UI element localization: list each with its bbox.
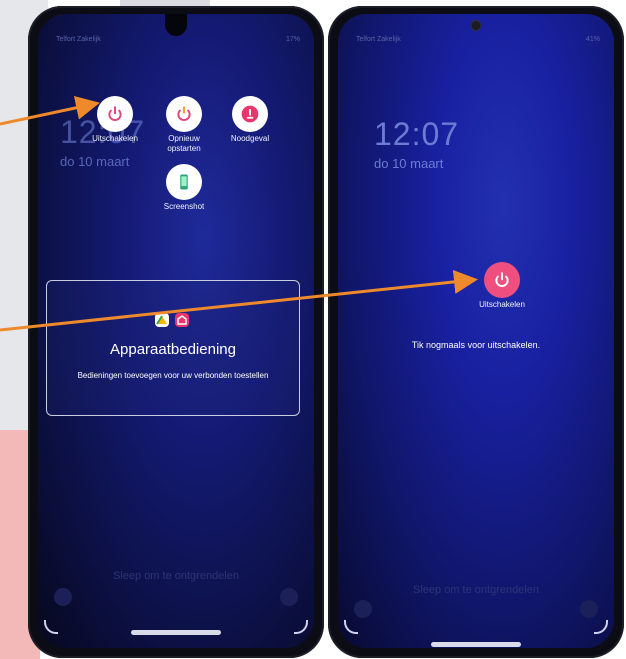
- edge-light-right: [294, 620, 308, 634]
- phone-shortcut-icon[interactable]: [354, 600, 372, 618]
- emergency-label: Noodgeval: [230, 134, 270, 143]
- left-phone: Telfort Zakelijk 17% 12:07 do 10 maart U…: [28, 6, 324, 658]
- confirm-instruction: Tik nogmaals voor uitschakelen.: [411, 340, 541, 350]
- camera-shortcut-icon[interactable]: [280, 588, 298, 606]
- right-phone-screen: Telfort Zakelijk 41% 12:07 do 10 maart U…: [338, 14, 614, 648]
- lock-date: do 10 maart: [374, 156, 444, 171]
- front-camera: [470, 20, 482, 31]
- smartthings-icon: [175, 313, 189, 327]
- screenshot-label: Screenshot: [163, 202, 205, 211]
- camera-shortcut-icon[interactable]: [580, 600, 598, 618]
- device-controls-subtitle: Bedieningen toevoegen voor uw verbonden …: [77, 371, 269, 380]
- home-app-icon: [155, 313, 169, 327]
- swipe-unlock-hint: Sleep om te ontgrendelen: [113, 570, 239, 582]
- device-controls-title: Apparaatbediening: [110, 341, 236, 358]
- device-controls-panel[interactable]: Apparaatbediening Bedieningen toevoegen …: [46, 280, 300, 416]
- edge-light-right: [594, 620, 608, 634]
- power-icon: [97, 96, 133, 132]
- restart-label-line2: opstarten: [167, 144, 201, 153]
- screenshot-button[interactable]: Screenshot: [152, 164, 216, 212]
- emergency-icon: [232, 96, 268, 132]
- battery-status: 17%: [285, 36, 300, 43]
- edge-light-left: [344, 620, 358, 634]
- carrier-label: Telfort Zakelijk: [56, 36, 101, 43]
- power-off-button[interactable]: Uitschakelen: [83, 96, 147, 144]
- emergency-button[interactable]: Noodgeval: [218, 96, 282, 144]
- battery-status: 41%: [585, 36, 600, 43]
- right-phone: Telfort Zakelijk 41% 12:07 do 10 maart U…: [328, 6, 624, 658]
- restart-label-line1: Opnieuw: [168, 134, 200, 143]
- home-indicator[interactable]: [131, 630, 221, 635]
- lock-clock: 12:07: [374, 116, 460, 152]
- restart-button[interactable]: Opnieuw opstarten: [152, 96, 216, 154]
- camera-notch: [165, 14, 187, 36]
- home-indicator[interactable]: [431, 642, 521, 647]
- power-off-confirm-button[interactable]: Uitschakelen: [470, 262, 534, 310]
- screenshot-icon: [166, 164, 202, 200]
- power-off-label: Uitschakelen: [479, 300, 525, 309]
- carrier-label: Telfort Zakelijk: [356, 36, 401, 43]
- lock-date: do 10 maart: [60, 154, 130, 169]
- phone-shortcut-icon[interactable]: [54, 588, 72, 606]
- edge-light-left: [44, 620, 58, 634]
- swipe-unlock-hint: Sleep om te ontgrendelen: [413, 584, 539, 596]
- power-icon: [484, 262, 520, 298]
- power-off-label: Uitschakelen: [92, 134, 138, 143]
- restart-icon: [166, 96, 202, 132]
- left-phone-screen: Telfort Zakelijk 17% 12:07 do 10 maart U…: [38, 14, 314, 648]
